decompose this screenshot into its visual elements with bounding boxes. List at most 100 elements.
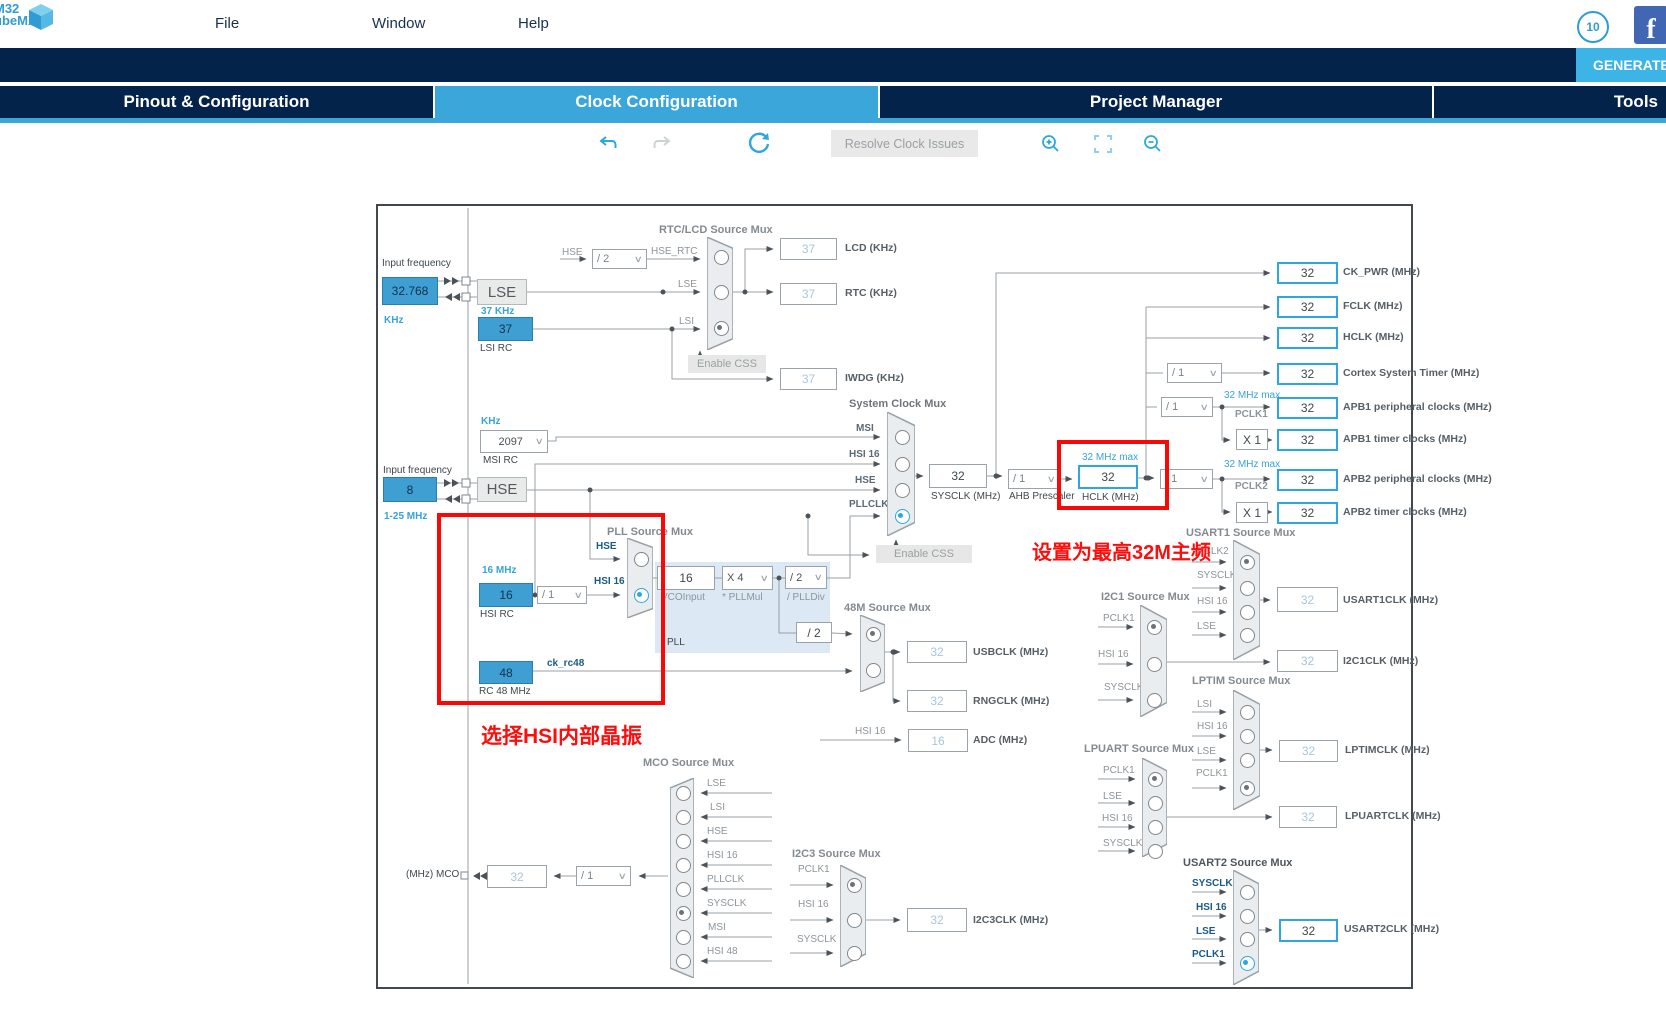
rtc-enable-css-button[interactable]: Enable CSS [688, 355, 766, 373]
usart2-pclk1-label: PCLK1 [1192, 949, 1225, 960]
rtc-hse-divider-dropdown[interactable]: / 2∨ [592, 249, 647, 269]
mco-clock-box: 32 [487, 865, 547, 888]
usart2-mux-radio-sysclk[interactable] [1240, 885, 1255, 900]
apb2-timer-label: APB2 timer clocks (MHz) [1343, 506, 1467, 518]
lptim-lse-label: LSE [1197, 746, 1216, 757]
pll-vco-input-box: 16 [657, 566, 715, 590]
apb1-timer-multiplier-box: X 1 [1236, 429, 1268, 450]
lptim-mux-radio-lse[interactable] [1240, 753, 1255, 768]
hse-rtc-signal-label: HSE_RTC [651, 246, 698, 257]
msi-frequency-dropdown[interactable]: 2097∨ [480, 430, 548, 453]
mco-div-value: / 1 [581, 870, 593, 882]
usbclk-label: USBCLK (MHz) [973, 646, 1048, 658]
lptimclk-box: 32 [1279, 740, 1338, 762]
i2c1-mux-radio-sysclk[interactable] [1147, 693, 1162, 708]
fclk-box[interactable]: 32 [1277, 296, 1338, 318]
i2c3-mux-radio-hsi16[interactable] [847, 913, 862, 928]
usart1clk-label: USART1CLK (MHz) [1343, 594, 1438, 606]
lptim-mux-radio-hsi16[interactable] [1240, 729, 1255, 744]
hclk-out-box[interactable]: 32 [1277, 327, 1338, 349]
sys-mux-radio-pllclk[interactable] [895, 509, 910, 524]
apb1-prescaler-dropdown[interactable]: / 1∨ [1161, 397, 1213, 417]
lsi-value-box[interactable]: 37 [478, 317, 533, 341]
mco-mux-radio-lse[interactable] [676, 786, 691, 801]
i2c3-source-mux [840, 865, 866, 967]
mco-divider-dropdown[interactable]: / 1∨ [576, 866, 631, 886]
i2c3-pclk1-label: PCLK1 [798, 864, 830, 875]
mco-mux-radio-hsi48[interactable] [676, 954, 691, 969]
usart2-mux-radio-lse[interactable] [1240, 932, 1255, 947]
i2c3-mux-radio-sysclk[interactable] [847, 946, 862, 961]
mux48-radio-rc48[interactable] [866, 663, 881, 678]
mco-mux-radio-hse[interactable] [676, 834, 691, 849]
sys-msi-label: MSI [856, 423, 874, 434]
rtc-lse-label: LSE [678, 279, 697, 290]
i2c1-mux-radio-hsi16[interactable] [1147, 657, 1162, 672]
lptim-mux-radio-lsi[interactable] [1240, 705, 1255, 720]
ahb-value: / 1 [1013, 473, 1025, 485]
mco-mux-radio-hsi16[interactable] [676, 858, 691, 873]
pll-mul-dropdown[interactable]: X 4∨ [722, 566, 773, 590]
ahb-prescaler-dropdown[interactable]: / 1∨ [1008, 469, 1060, 489]
sys-mux-radio-hse[interactable] [895, 483, 910, 498]
ck-pwr-box[interactable]: 32 [1277, 262, 1338, 284]
lpuart-mux-radio-hsi16[interactable] [1148, 820, 1163, 835]
cortex-div-value: / 1 [1172, 367, 1184, 379]
divider-value: / 2 [597, 253, 609, 265]
mco-msi-label: MSI [708, 922, 726, 933]
i2c3clk-label: I2C3CLK (MHz) [973, 914, 1048, 926]
mux48-radio-pll[interactable] [866, 627, 881, 642]
lpuart-mux-radio-sysclk[interactable] [1148, 844, 1163, 859]
apb2-timer-box[interactable]: 32 [1277, 502, 1338, 524]
sys-mux-radio-msi[interactable] [895, 430, 910, 445]
usart2-mux-radio-pclk1[interactable] [1240, 956, 1255, 971]
mux48-title: 48M Source Mux [844, 602, 931, 614]
hse-input-frequency-field[interactable]: 8 [383, 477, 437, 502]
lpuart-mux-title: LPUART Source Mux [1084, 743, 1194, 755]
mco-pllclk-label: PLLCLK [707, 874, 744, 885]
apb2-peripheral-box[interactable]: 32 [1277, 469, 1338, 491]
usart1-mux-radio-pclk2[interactable] [1240, 555, 1255, 570]
usart1-mux-radio-lse[interactable] [1240, 628, 1255, 643]
i2c3-mux-radio-pclk1[interactable] [847, 878, 862, 893]
adc-clock-box: 16 [908, 729, 968, 752]
usart2clk-box[interactable]: 32 [1279, 919, 1338, 942]
lcd-clock-label: LCD (KHz) [845, 242, 897, 254]
i2c1-mux-radio-pclk1[interactable] [1147, 620, 1162, 635]
usart2clk-label: USART2CLK (MHz) [1344, 923, 1439, 935]
lcd-clock-box: 37 [780, 238, 837, 260]
mco-mux-radio-sysclk[interactable] [676, 906, 691, 921]
cortex-divider-dropdown[interactable]: / 1∨ [1167, 363, 1222, 383]
rtc-mux-radio-lsi[interactable] [714, 321, 729, 336]
apb1-timer-box[interactable]: 32 [1277, 429, 1338, 451]
rtc-mux-radio-hse-rtc[interactable] [714, 250, 729, 265]
mco-source-mux [670, 778, 694, 978]
mco-mux-radio-msi[interactable] [676, 930, 691, 945]
lpuartclk-label: LPUARTCLK (MHz) [1345, 810, 1441, 822]
lpuart-mux-radio-pclk1[interactable] [1148, 772, 1163, 787]
lptim-mux-radio-pclk1[interactable] [1240, 781, 1255, 796]
msi-unit-label: KHz [481, 416, 500, 427]
apb1-peripheral-box[interactable]: 32 [1277, 397, 1338, 419]
pll-div-dropdown[interactable]: / 2∨ [785, 566, 827, 589]
sys-mux-radio-hsi16[interactable] [895, 457, 910, 472]
usart1-sysclk-label: SYSCLK [1197, 570, 1236, 581]
apb2-max-label: 32 MHz max [1224, 459, 1280, 470]
mco-clock-label: (MHz) MCO [406, 869, 459, 880]
hse-range-label: 1-25 MHz [384, 511, 427, 522]
rtc-mux-radio-lse[interactable] [714, 285, 729, 300]
mco-sysclk-label: SYSCLK [707, 898, 746, 909]
usart2-hsi16-label: HSI 16 [1196, 902, 1227, 913]
sys-enable-css-button[interactable]: Enable CSS [876, 545, 972, 563]
cortex-timer-box[interactable]: 32 [1277, 363, 1338, 385]
rngclk-label: RNGCLK (MHz) [973, 695, 1049, 707]
usart2-mux-radio-hsi16[interactable] [1240, 909, 1255, 924]
lse-input-frequency-field[interactable]: 32.768 [382, 277, 438, 305]
usart2-sysclk-label: SYSCLK [1192, 878, 1233, 889]
lpuart-mux-radio-lse[interactable] [1148, 796, 1163, 811]
mco-mux-radio-pllclk[interactable] [676, 882, 691, 897]
rtc-clock-box: 37 [780, 283, 837, 305]
usart1-mux-radio-hsi16[interactable] [1240, 605, 1255, 620]
mco-mux-radio-lsi[interactable] [676, 810, 691, 825]
usart1-mux-radio-sysclk[interactable] [1240, 581, 1255, 596]
